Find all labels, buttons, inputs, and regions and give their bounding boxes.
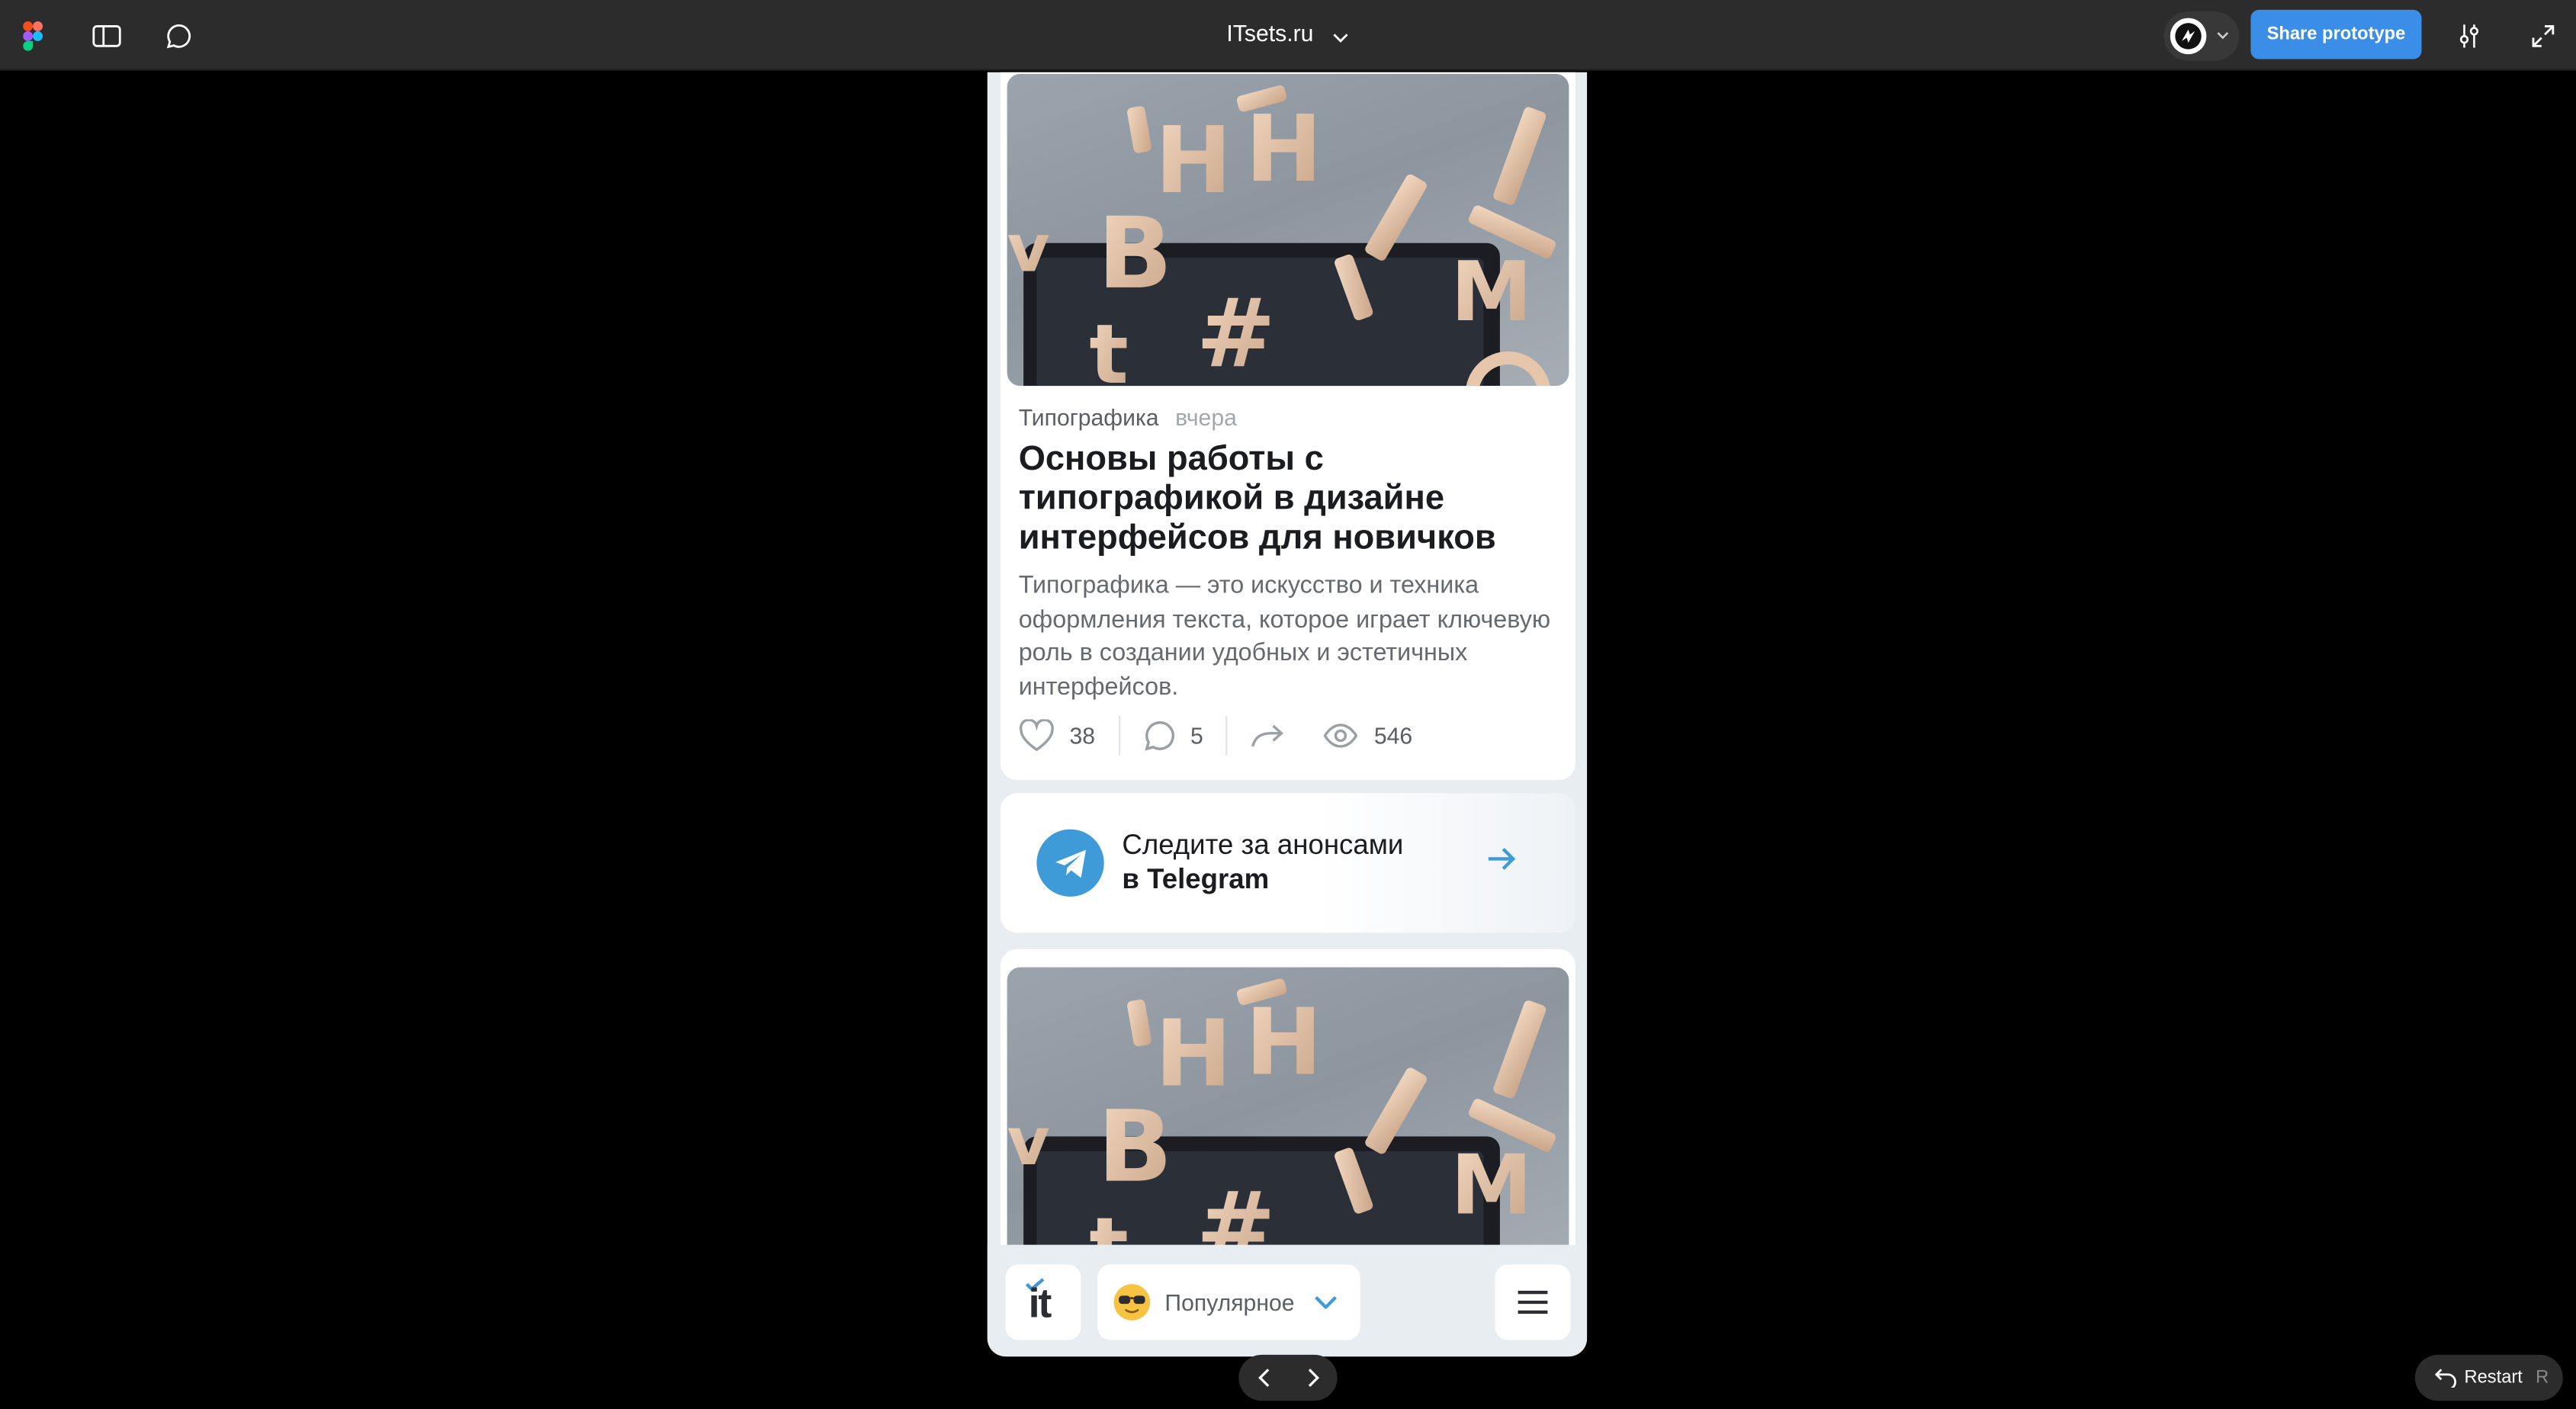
figma-prototype-viewer: ITsets.ru Share prototype H H B # t M v … [0, 0, 2576, 1409]
likes-count: 38 [1069, 722, 1096, 749]
share-arrow-icon [1251, 724, 1284, 747]
settings-sliders-icon[interactable] [2451, 18, 2487, 54]
filter-label: Популярное [1164, 1289, 1295, 1316]
telegram-icon [1036, 829, 1104, 897]
divider [1225, 716, 1229, 756]
restart-shortcut: R [2536, 1368, 2549, 1388]
restart-label: Restart [2464, 1368, 2523, 1388]
article-stats: 38 5 546 [1019, 714, 1412, 757]
svg-text:#: # [1196, 278, 1276, 386]
comments-button[interactable]: 5 [1143, 719, 1203, 752]
logo-text: it [1028, 1280, 1052, 1327]
hamburger-menu-button[interactable] [1495, 1264, 1571, 1340]
user-menu[interactable] [2163, 11, 2240, 61]
chevron-right-icon [1308, 1369, 1320, 1387]
svg-text:H: H [1245, 96, 1322, 203]
svg-text:M: M [1450, 1138, 1532, 1234]
telegram-banner-text: Следите за анонсами в Telegram [1122, 830, 1403, 897]
chevron-down-icon [2217, 32, 2229, 40]
chevron-down-icon [1333, 22, 1350, 48]
share-prototype-button[interactable]: Share prototype [2250, 9, 2422, 59]
arrow-right-icon [1487, 846, 1517, 880]
avatar [2170, 18, 2207, 55]
restart-button[interactable]: Restart R [2414, 1354, 2563, 1401]
comment-icon [1144, 721, 1174, 751]
telegram-line1: Следите за анонсами [1122, 829, 1404, 861]
svg-text:M: M [1450, 245, 1532, 340]
article-description: Типографика — это искусство и техника оф… [1018, 571, 1551, 701]
article-meta: Типографика вчера [1019, 404, 1237, 430]
typography-letters-image: H H B # t M v [1007, 73, 1569, 387]
previous-frame-button[interactable] [1254, 1366, 1277, 1389]
chevron-left-icon [1258, 1369, 1270, 1387]
eye-icon [1324, 724, 1359, 748]
views-count: 546 [1373, 722, 1413, 749]
figma-toolbar: ITsets.ru Share prototype [0, 0, 2576, 71]
sunglasses-emoji-icon [1113, 1284, 1151, 1321]
home-logo-button[interactable]: it [1005, 1264, 1081, 1340]
divider [1118, 716, 1120, 756]
file-title-text: ITsets.ru [1226, 19, 1314, 47]
fullscreen-icon[interactable] [2525, 18, 2561, 54]
article-card[interactable]: H H B # t M v [1000, 72, 1576, 781]
svg-text:t: t [1089, 307, 1128, 386]
telegram-banner[interactable]: Следите за анонсами в Telegram [1000, 793, 1576, 933]
phone-frame: H H B # t M v Типографика вчера Основы р… [987, 72, 1588, 1357]
svg-text:H: H [1245, 990, 1322, 1096]
next-frame-button[interactable] [1301, 1366, 1324, 1389]
telegram-line2: в Telegram [1122, 862, 1270, 894]
bottom-navigation: it Популярное [987, 1244, 1588, 1357]
svg-text:B: B [1097, 1090, 1173, 1205]
category-link[interactable]: Типографика [1019, 404, 1159, 430]
views-stat: 546 [1323, 723, 1412, 749]
heart-icon [1019, 719, 1054, 752]
sort-filter-dropdown[interactable]: Популярное [1097, 1264, 1360, 1340]
svg-text:B: B [1097, 197, 1173, 311]
menu-icon [1518, 1290, 1548, 1314]
article-date: вчера [1175, 403, 1237, 431]
prototype-navigation [1238, 1354, 1338, 1401]
comments-count: 5 [1190, 722, 1203, 749]
typography-letters-image: H H B # t M v [1007, 967, 1569, 1279]
restart-icon [2434, 1369, 2457, 1388]
article-title[interactable]: Основы работы с типографикой в дизайне и… [1019, 440, 1561, 558]
svg-text:v: v [1007, 210, 1050, 287]
svg-text:v: v [1007, 1104, 1050, 1180]
chevron-down-icon [1314, 1288, 1337, 1318]
share-button[interactable] [1251, 723, 1286, 749]
like-button[interactable]: 38 [1019, 719, 1095, 752]
